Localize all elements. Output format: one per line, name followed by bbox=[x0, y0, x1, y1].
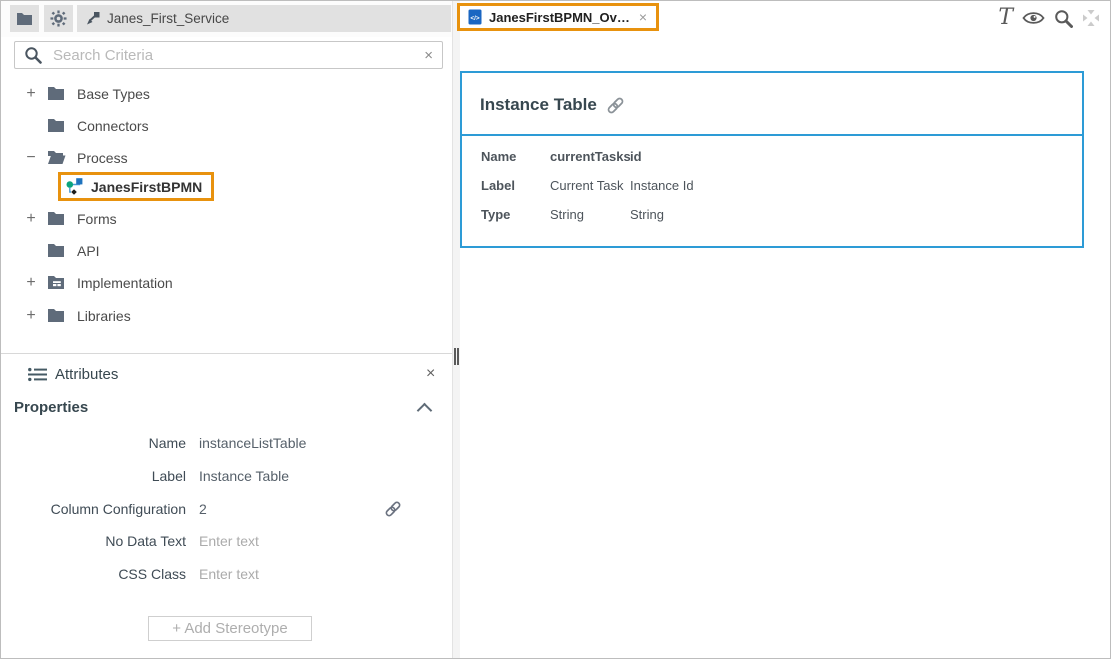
cell-value: id bbox=[630, 149, 642, 164]
fit-icon[interactable] bbox=[1082, 9, 1100, 27]
folder-closed-icon bbox=[47, 308, 65, 323]
row-label: Label bbox=[481, 178, 515, 193]
search-box: × bbox=[14, 41, 443, 69]
app-window: Janes_First_Service × + Base Types bbox=[0, 0, 1111, 659]
tree-item-label: Connectors bbox=[77, 117, 149, 135]
tree-item-process[interactable]: − Process bbox=[1, 143, 452, 173]
settings-button[interactable] bbox=[44, 5, 73, 32]
bpmn-icon bbox=[65, 177, 84, 196]
panel-splitter[interactable] bbox=[453, 1, 460, 658]
svg-text:</>: </> bbox=[470, 15, 480, 22]
folder-implementation-icon bbox=[47, 275, 65, 290]
folder-icon bbox=[16, 12, 33, 26]
link-icon[interactable] bbox=[384, 500, 402, 518]
field-value-label[interactable]: Instance Table bbox=[199, 468, 289, 484]
properties-section-header[interactable]: Properties bbox=[14, 399, 88, 416]
service-tab-label: Janes_First_Service bbox=[107, 11, 229, 26]
tree-item-forms[interactable]: + Forms bbox=[1, 204, 452, 234]
search-icon bbox=[24, 46, 42, 64]
expand-plus-icon[interactable]: + bbox=[23, 306, 39, 326]
canvas-toolbar: T bbox=[998, 5, 1100, 31]
field-label-css-class: CSS Class bbox=[1, 566, 186, 582]
editor-tab[interactable]: </> JanesFirstBPMN_Ov… × bbox=[457, 3, 659, 31]
field-value-name[interactable]: instanceListTable bbox=[199, 435, 306, 451]
tree-item-label: JanesFirstBPMN bbox=[91, 179, 202, 195]
cell-value: Current Task bbox=[550, 178, 623, 193]
widget-title-text: Instance Table bbox=[480, 95, 597, 115]
navigator-panel: Janes_First_Service × + Base Types bbox=[1, 1, 453, 658]
widget-title: Instance Table bbox=[480, 95, 625, 115]
text-tool-icon[interactable]: T bbox=[998, 6, 1013, 30]
tree-item-label: API bbox=[77, 242, 100, 260]
tab-close-icon[interactable]: × bbox=[639, 9, 647, 25]
expand-plus-icon[interactable]: + bbox=[23, 84, 39, 104]
expand-plus-icon[interactable]: + bbox=[23, 273, 39, 293]
open-project-button[interactable] bbox=[10, 5, 39, 32]
search-clear-icon[interactable]: × bbox=[424, 48, 433, 63]
tree-item-api[interactable]: API bbox=[1, 236, 452, 266]
cell-value: String bbox=[550, 207, 584, 222]
table-row: Label Current Task Instance Id bbox=[462, 178, 1082, 196]
row-label: Name bbox=[481, 149, 516, 164]
zoom-icon[interactable] bbox=[1054, 9, 1073, 28]
row-label: Type bbox=[481, 207, 510, 222]
preview-eye-icon[interactable] bbox=[1022, 10, 1045, 26]
tree-item-label: Forms bbox=[77, 210, 117, 228]
collapse-chevron-icon[interactable] bbox=[417, 403, 433, 419]
field-label-name: Name bbox=[1, 435, 186, 451]
instance-table-widget[interactable]: Instance Table Name currentTasks id bbox=[460, 71, 1084, 248]
service-tab[interactable]: Janes_First_Service bbox=[77, 5, 451, 32]
tree-item-connectors[interactable]: Connectors bbox=[1, 111, 452, 141]
tree-item-implementation[interactable]: + Implementation bbox=[1, 268, 452, 298]
code-file-icon: </> bbox=[468, 9, 482, 25]
cell-value: Instance Id bbox=[630, 178, 694, 193]
gear-icon bbox=[50, 10, 67, 27]
tree-item-label: Base Types bbox=[77, 85, 150, 103]
field-input-css-class[interactable]: Enter text bbox=[199, 566, 259, 582]
field-label-label: Label bbox=[1, 468, 186, 484]
tree-item-label: Implementation bbox=[77, 274, 173, 292]
editor-tab-label: JanesFirstBPMN_Ov… bbox=[489, 10, 630, 25]
tree-item-libraries[interactable]: + Libraries bbox=[1, 301, 452, 331]
table-row: Type String String bbox=[462, 207, 1082, 225]
add-stereotype-button[interactable]: + Add Stereotype bbox=[148, 616, 312, 641]
search-input[interactable] bbox=[51, 46, 424, 65]
folder-open-icon bbox=[47, 150, 66, 165]
editor-panel: </> JanesFirstBPMN_Ov… × T bbox=[460, 1, 1110, 658]
field-label-column-configuration: Column Configuration bbox=[1, 501, 186, 517]
folder-closed-icon bbox=[47, 86, 65, 101]
tree-item-label: Libraries bbox=[77, 307, 131, 325]
tree-item-label: Process bbox=[77, 149, 128, 167]
link-icon[interactable] bbox=[606, 96, 625, 115]
widget-title-divider bbox=[462, 134, 1082, 136]
field-label-no-data-text: No Data Text bbox=[1, 533, 186, 549]
tree-item-janesfirstbpmn[interactable]: JanesFirstBPMN bbox=[1, 172, 452, 202]
attributes-close-icon[interactable]: × bbox=[426, 365, 435, 383]
attributes-list-icon bbox=[28, 367, 47, 382]
field-value-column-configuration[interactable]: 2 bbox=[199, 501, 207, 517]
folder-closed-icon bbox=[47, 118, 65, 133]
folder-closed-icon bbox=[47, 211, 65, 226]
table-row: Name currentTasks id bbox=[462, 149, 1082, 167]
field-input-no-data-text[interactable]: Enter text bbox=[199, 533, 259, 549]
panel-separator bbox=[1, 353, 452, 354]
attributes-panel-title: Attributes bbox=[55, 366, 118, 383]
annotation-highlight: JanesFirstBPMN bbox=[58, 172, 214, 201]
folder-closed-icon bbox=[47, 243, 65, 258]
cell-value: String bbox=[630, 207, 664, 222]
cell-value: currentTasks bbox=[550, 149, 631, 164]
collapse-minus-icon[interactable]: − bbox=[23, 148, 39, 168]
tree-item-base-types[interactable]: + Base Types bbox=[1, 79, 452, 109]
expand-plus-icon[interactable]: + bbox=[23, 209, 39, 229]
service-icon bbox=[86, 12, 100, 25]
navigator-toolbar: Janes_First_Service bbox=[1, 1, 452, 37]
